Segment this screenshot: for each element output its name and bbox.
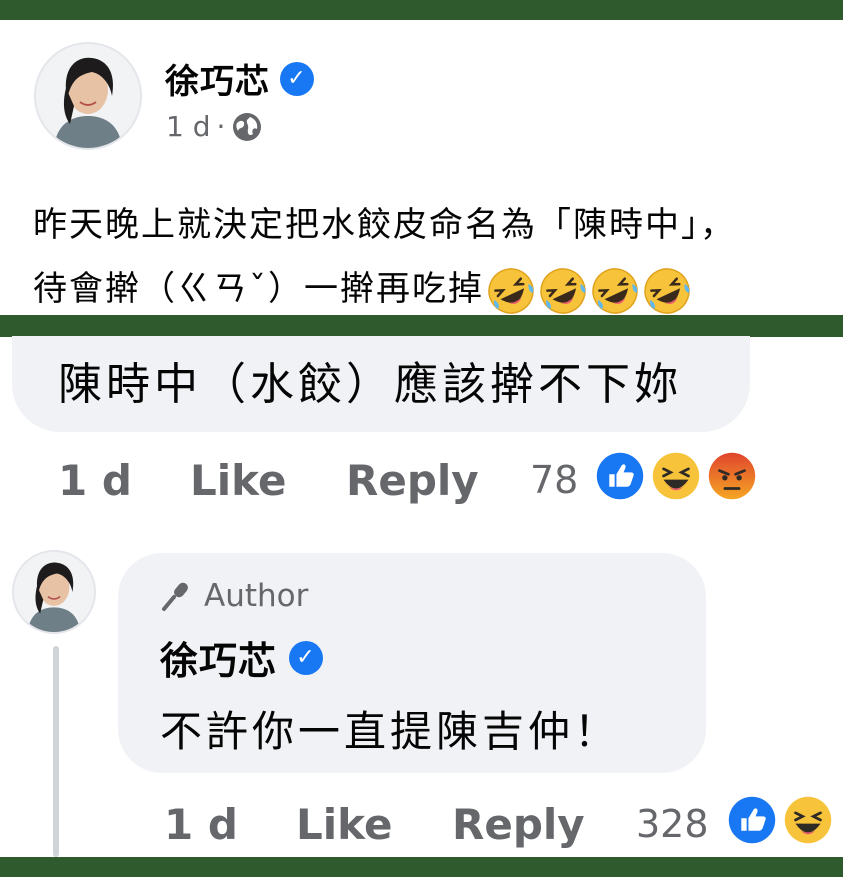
haha-reaction-icon <box>780 792 836 848</box>
meta-separator: · <box>216 110 226 143</box>
post-author-name[interactable]: 徐巧芯 <box>165 54 270 103</box>
avatar-portrait-icon <box>36 44 140 148</box>
reply-like-button[interactable]: Like <box>296 800 392 849</box>
post-time[interactable]: 1 d <box>166 110 211 143</box>
comment-text: 陳時中（水餃）應該擀不下妳 <box>58 359 682 410</box>
rolling-on-floor-laughing-emoji <box>540 267 586 314</box>
angry-reaction-icon <box>704 448 760 504</box>
verified-badge-icon: ✓ <box>289 640 324 675</box>
author-badge-label: Author <box>204 578 309 614</box>
author-badge: Author <box>160 578 308 614</box>
avatar-portrait-icon <box>14 552 94 632</box>
comment-like-button[interactable]: Like <box>190 456 286 505</box>
frame-bar-bottom <box>0 857 843 877</box>
post-text-line-1: 昨天晚上就決定把水餃皮命名為「陳時中」， <box>33 205 736 245</box>
reply-action-row: 1 d Like Reply 328 <box>0 792 843 852</box>
globe-icon[interactable] <box>231 111 263 143</box>
reply-text: 不許你一直提陳吉仲！ <box>160 707 621 756</box>
emoji-group <box>484 257 692 321</box>
haha-reaction-icon <box>648 448 704 504</box>
comment-reply-button[interactable]: Reply <box>346 456 479 505</box>
rolling-on-floor-laughing-emoji <box>644 267 690 314</box>
comment-reaction-count[interactable]: 78 <box>530 458 578 502</box>
post-text-line-2: 待會擀（ㄍㄢˇ）一擀再吃掉 <box>33 257 833 321</box>
reply-author-avatar[interactable] <box>12 550 96 634</box>
author-avatar[interactable] <box>34 42 142 150</box>
post-author[interactable]: 徐巧芯 ✓ <box>165 54 314 103</box>
like-reaction-icon <box>592 448 648 504</box>
microphone-icon <box>162 582 188 611</box>
post-body: 昨天晚上就決定把水餃皮命名為「陳時中」， 待會擀（ㄍㄢˇ）一擀再吃掉 <box>33 193 833 321</box>
reply-reply-button[interactable]: Reply <box>452 800 585 849</box>
post-meta: 1 d · <box>166 110 263 143</box>
comment-time[interactable]: 1 d <box>58 456 132 505</box>
rolling-on-floor-laughing-emoji <box>488 267 534 314</box>
rolling-on-floor-laughing-emoji <box>592 267 638 314</box>
reply-reaction-count[interactable]: 328 <box>636 802 709 846</box>
reply-author[interactable]: 徐巧芯 ✓ <box>160 630 324 685</box>
like-reaction-icon <box>724 792 780 848</box>
reply-time[interactable]: 1 d <box>164 800 238 849</box>
frame-bar-top <box>0 0 843 20</box>
verified-badge-icon: ✓ <box>280 61 314 96</box>
reply-author-name[interactable]: 徐巧芯 <box>160 630 277 685</box>
comment-action-row: 1 d Like Reply 78 <box>0 448 843 512</box>
post-text-line-2-text: 待會擀（ㄍㄢˇ）一擀再吃掉 <box>33 269 484 309</box>
